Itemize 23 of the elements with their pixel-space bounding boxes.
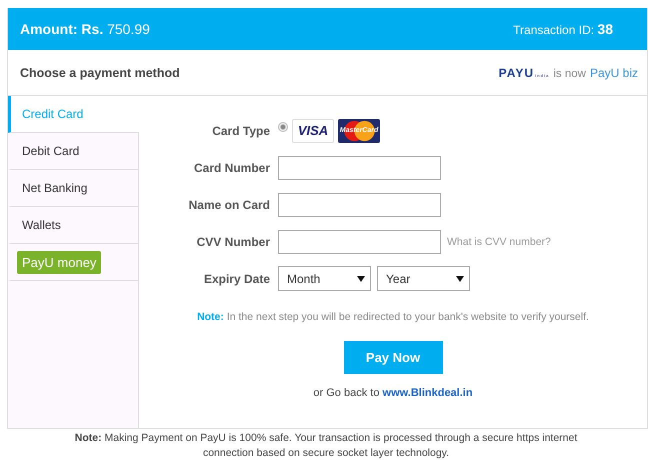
dropdown[interactable]: Year [377, 266, 470, 291]
caret-icon [456, 274, 464, 282]
section-title: Choose a payment method [20, 66, 180, 80]
input-field[interactable] [278, 156, 441, 180]
payubiz-logo: PayU biz [590, 66, 638, 80]
transaction-id: Transaction ID: 38 [513, 21, 613, 37]
radio-button[interactable] [278, 122, 288, 132]
field-label: Card Number [192, 160, 271, 174]
field-label: Expiry Date [202, 272, 271, 286]
website-link[interactable]: www.Blinkdeal.in [382, 387, 473, 399]
field-label: CVV Number [196, 234, 271, 248]
back-text: or Go back to [313, 387, 380, 399]
field-label: Name on Card [188, 198, 271, 212]
dropdown[interactable]: Month [278, 266, 371, 291]
input-field[interactable] [278, 230, 441, 254]
input-field[interactable] [278, 192, 441, 216]
amount-text: Amount: Rs. 750.99 [20, 21, 150, 37]
footer-note: Note: Making Payment on PayU is 100% safe. Your transaction is processed through a secure https internet connection based on secure socket layer technology. [74, 431, 578, 461]
caret-icon [357, 274, 365, 282]
logo-caption: is now [553, 68, 586, 80]
note-text: Note: In the next step you will be redirected to your bank's website to verify yourself. [196, 311, 590, 323]
field-label: Card Type [211, 124, 271, 138]
visa-logo[interactable]: VISA [292, 118, 334, 142]
